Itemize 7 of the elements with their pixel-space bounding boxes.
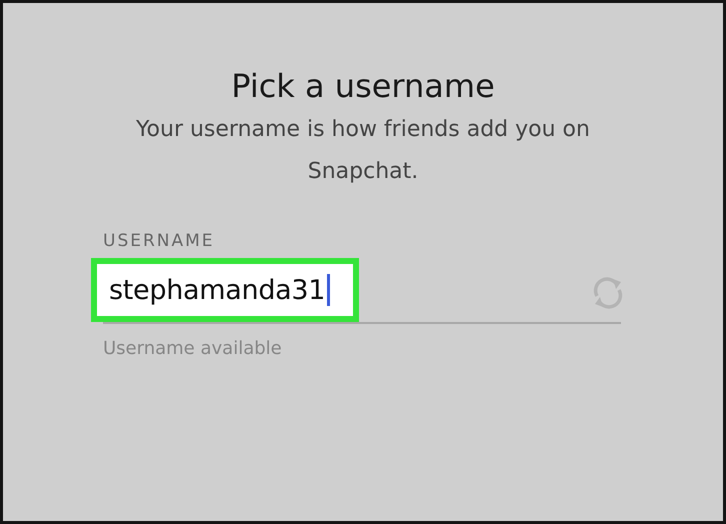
field-label: USERNAME xyxy=(103,231,215,251)
text-cursor xyxy=(327,274,330,306)
refresh-icon[interactable] xyxy=(591,276,625,310)
availability-message: Username available xyxy=(103,338,282,359)
username-field[interactable]: stephamanda31 xyxy=(91,258,359,322)
screen-title: Pick a username xyxy=(231,67,495,105)
screen-subtitle: Your username is how friends add you on Snapchat. xyxy=(135,116,591,186)
